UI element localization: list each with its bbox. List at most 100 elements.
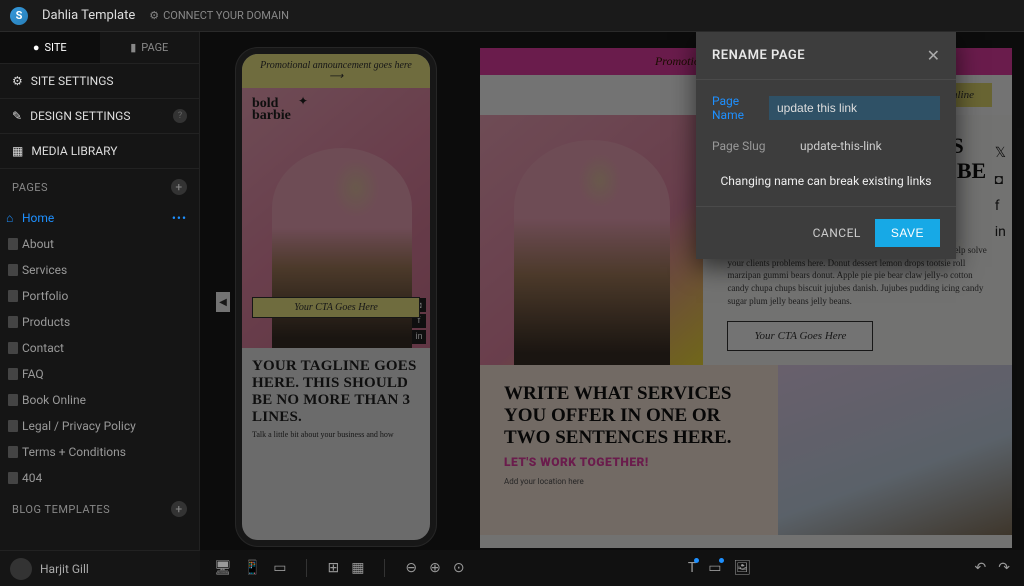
- desktop-cta-button: Your CTA Goes Here: [727, 321, 873, 351]
- snap-icon[interactable]: ▦: [351, 560, 364, 576]
- page-name-input[interactable]: [769, 96, 940, 120]
- page-item-label: Legal / Privacy Policy: [22, 419, 136, 433]
- page-item-terms[interactable]: Terms + Conditions: [0, 439, 199, 465]
- user-bar[interactable]: Harjit Gill: [0, 550, 200, 586]
- brand-logo: bold barbie: [252, 98, 291, 122]
- page-slug-value: update-this-link: [800, 134, 940, 158]
- page-item-label: Book Online: [22, 393, 86, 407]
- page-item-about[interactable]: About: [0, 231, 199, 257]
- page-item-contact[interactable]: Contact: [0, 335, 199, 361]
- sidebar-item-design-settings[interactable]: ✎ DESIGN SETTINGS ?: [0, 99, 199, 134]
- gear-icon: ⚙: [12, 74, 23, 88]
- save-button[interactable]: SAVE: [875, 219, 940, 247]
- pages-header-label: PAGES: [12, 181, 48, 194]
- sidebar-item-media-library[interactable]: ▦ MEDIA LIBRARY: [0, 134, 199, 169]
- desktop-icon[interactable]: 🖥: [214, 560, 232, 576]
- page-item-label: About: [22, 237, 54, 251]
- page-item-products[interactable]: Products: [0, 309, 199, 335]
- instagram-icon: ◘: [995, 171, 1006, 188]
- grid-icon[interactable]: ⊞: [327, 560, 339, 576]
- page-item-label: Home: [22, 211, 54, 225]
- page-item-faq[interactable]: FAQ: [0, 361, 199, 387]
- close-icon[interactable]: ✕: [927, 46, 940, 65]
- desktop-hero-image: [480, 115, 703, 365]
- canvas-area: Promotional announcement goes here ⟶ bol…: [200, 32, 1024, 550]
- site-settings-label: SITE SETTINGS: [31, 74, 114, 88]
- modal-warning-text: Changing name can break existing links: [712, 170, 940, 196]
- mobile-icon[interactable]: 📱: [244, 560, 261, 576]
- services-heading: WRITE WHAT SERVICES YOU OFFER IN ONE OR …: [504, 383, 754, 449]
- page-icon: ▮: [130, 41, 136, 54]
- image-tool-icon[interactable]: 🖼: [733, 560, 751, 576]
- mobile-tagline: YOUR TAGLINE GOES HERE. THIS SHOULD BE N…: [252, 358, 420, 426]
- cancel-button[interactable]: CANCEL: [813, 226, 861, 240]
- prev-device-button[interactable]: ◀: [216, 292, 230, 312]
- home-icon: ⌂: [6, 211, 13, 225]
- grid-tools: ⊞ ▦: [327, 560, 364, 576]
- mobile-hero: bold barbie ✦ Your CTA Goes Here ◘ f in: [242, 88, 430, 348]
- undo-icon[interactable]: ↶: [975, 560, 987, 576]
- connect-domain-label: CONNECT YOUR DOMAIN: [163, 9, 289, 22]
- redo-icon[interactable]: ↷: [998, 560, 1010, 576]
- brand-line2: barbie: [252, 108, 291, 123]
- history-tools: ↶ ↷: [975, 560, 1010, 576]
- mobile-preview-frame[interactable]: Promotional announcement goes here ⟶ bol…: [236, 48, 436, 546]
- rename-page-modal: RENAME PAGE ✕ Page Name Page Slug update…: [696, 32, 956, 259]
- sparkle-icon: ✦: [298, 94, 308, 108]
- modal-body: Page Name Page Slug update-this-link Cha…: [696, 80, 956, 206]
- hero-image-placeholder: [272, 148, 412, 348]
- connect-domain-link[interactable]: ⚙ CONNECT YOUR DOMAIN: [149, 9, 289, 22]
- page-item-label: Products: [22, 315, 70, 329]
- page-item-label: Portfolio: [22, 289, 68, 303]
- page-item-portfolio[interactable]: Portfolio: [0, 283, 199, 309]
- mobile-tagline-section: YOUR TAGLINE GOES HERE. THIS SHOULD BE N…: [242, 348, 430, 449]
- arrow-right-icon: ⟶: [329, 71, 343, 82]
- services-image-placeholder: [778, 365, 1012, 535]
- page-item-label: 404: [22, 471, 42, 485]
- text-tool-icon[interactable]: T: [688, 560, 696, 576]
- add-blog-template-button[interactable]: +: [171, 501, 187, 517]
- facebook-icon: f: [995, 198, 1006, 214]
- services-text: WRITE WHAT SERVICES YOU OFFER IN ONE OR …: [480, 365, 778, 535]
- sidebar-item-site-settings[interactable]: ⚙ SITE SETTINGS: [0, 64, 199, 99]
- tab-site-label: SITE: [44, 41, 66, 54]
- page-item-menu-icon[interactable]: •••: [172, 211, 187, 225]
- add-page-button[interactable]: +: [171, 179, 187, 195]
- page-name-label: Page Name: [712, 94, 759, 122]
- linkedin-icon: in: [995, 224, 1006, 240]
- zoom-out-icon[interactable]: ⊖: [405, 560, 417, 576]
- page-slug-row: Page Slug update-this-link: [712, 134, 940, 158]
- shape-tool-icon[interactable]: ▭: [708, 560, 721, 576]
- mobile-tagline-body: Talk a little bit about your business an…: [252, 430, 420, 439]
- insert-tools: T ▭ 🖼: [688, 560, 751, 576]
- user-name: Harjit Gill: [40, 562, 89, 576]
- mobile-promo-banner: Promotional announcement goes here ⟶: [242, 54, 430, 88]
- pages-section-header: PAGES +: [0, 169, 199, 205]
- left-sidebar: ● SITE ▮ PAGE ⚙ SITE SETTINGS ✎ DESIGN S…: [0, 32, 200, 550]
- page-item-services[interactable]: Services: [0, 257, 199, 283]
- desktop-social-icons: 𝕏 ◘ f in: [995, 145, 1006, 240]
- top-bar: S Dahlia Template ⚙ CONNECT YOUR DOMAIN: [0, 0, 1024, 32]
- promo-text: Promotional announcement goes here: [260, 60, 412, 71]
- tab-page[interactable]: ▮ PAGE: [100, 32, 200, 63]
- design-settings-label: DESIGN SETTINGS: [30, 109, 130, 123]
- tablet-icon[interactable]: ▭: [273, 560, 286, 576]
- modal-header: RENAME PAGE ✕: [696, 32, 956, 80]
- avatar: [10, 558, 32, 580]
- blog-templates-header: BLOG TEMPLATES +: [0, 491, 199, 527]
- modal-footer: CANCEL SAVE: [696, 206, 956, 259]
- pencil-icon: ✎: [12, 109, 22, 123]
- tab-site[interactable]: ● SITE: [0, 32, 100, 63]
- site-name: Dahlia Template: [42, 8, 135, 23]
- zoom-fit-icon[interactable]: ⊙: [453, 560, 465, 576]
- page-item-404[interactable]: 404: [0, 465, 199, 491]
- device-switcher: 🖥 📱 ▭: [214, 560, 286, 576]
- page-item-legal[interactable]: Legal / Privacy Policy: [0, 413, 199, 439]
- page-item-book-online[interactable]: Book Online: [0, 387, 199, 413]
- help-icon[interactable]: ?: [173, 109, 187, 123]
- zoom-tools: ⊖ ⊕ ⊙: [405, 560, 464, 576]
- app-logo-icon: S: [10, 7, 28, 25]
- page-item-home[interactable]: ⌂ Home •••: [0, 205, 199, 231]
- zoom-in-icon[interactable]: ⊕: [429, 560, 441, 576]
- image-icon: ▦: [12, 144, 23, 158]
